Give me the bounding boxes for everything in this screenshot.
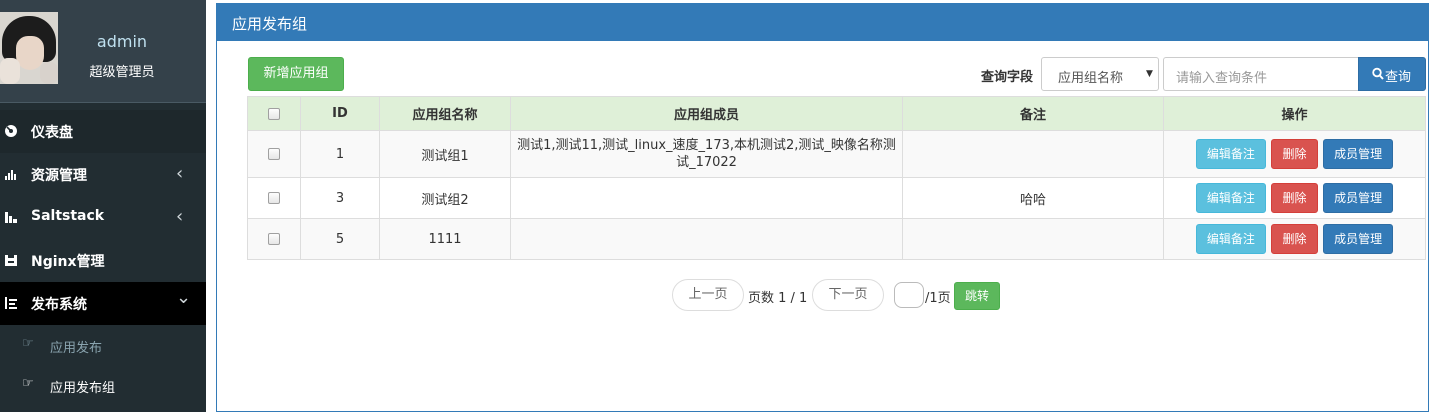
select-all-cell	[247, 96, 301, 131]
chevron-left-icon: ‹	[176, 163, 184, 184]
delete-button[interactable]: 删除	[1271, 224, 1318, 254]
manage-members-button[interactable]: 成员管理	[1323, 139, 1394, 169]
row-checkbox[interactable]	[268, 233, 280, 245]
sidebar-item-saltstack[interactable]: Saltstack ‹	[0, 196, 206, 239]
cell-members	[510, 177, 903, 219]
caret-down-icon: ▼	[1146, 69, 1153, 79]
jump-button[interactable]: 跳转	[954, 282, 1000, 310]
user-name: admin	[96, 32, 148, 51]
sidebar-subitem-label: 应用发布组	[50, 381, 116, 396]
saltstack-icon	[5, 212, 17, 223]
select-all-checkbox[interactable]	[268, 107, 280, 120]
cell-actions: 编辑备注 删除 成员管理	[1163, 177, 1426, 219]
column-header-members: 应用组成员	[510, 96, 903, 131]
manage-members-button[interactable]: 成员管理	[1323, 224, 1394, 254]
next-page-button[interactable]: 下一页	[812, 279, 884, 311]
total-pages-label: /1页	[925, 291, 951, 306]
prev-page-button[interactable]: 上一页	[672, 279, 744, 311]
column-header-note: 备注	[902, 96, 1164, 131]
cell-name: 1111	[379, 218, 511, 260]
cell-name: 测试组1	[379, 130, 511, 178]
column-header-actions: 操作	[1163, 96, 1426, 131]
nginx-icon	[5, 255, 17, 266]
avatar[interactable]	[0, 12, 58, 84]
dashboard-icon	[5, 125, 17, 137]
cell-id: 3	[300, 177, 380, 219]
table-row: 3 测试组2 哈哈 编辑备注 删除 成员管理	[247, 177, 1426, 219]
sidebar-item-publish[interactable]: 发布系统 ⌄	[0, 282, 206, 325]
cell-id: 1	[300, 130, 380, 178]
sidebar: admin 超级管理员 仪表盘 资源管理 ‹ Saltstack ‹ Nginx…	[0, 0, 206, 412]
search-input[interactable]: 请输入查询条件	[1163, 57, 1359, 91]
cell-name: 测试组2	[379, 177, 511, 219]
group-table: ID 应用组名称 应用组成员 备注 操作 1 测试组1 测试1,测试11,测试_…	[247, 96, 1426, 260]
query-field-value: 应用组名称	[1058, 71, 1124, 86]
search-button[interactable]: 查询	[1358, 57, 1426, 91]
sidebar-item-label: 资源管理	[31, 168, 87, 184]
column-header-name: 应用组名称	[379, 96, 511, 131]
delete-button[interactable]: 删除	[1271, 139, 1318, 169]
panel-header: 应用发布组	[217, 4, 1429, 41]
sidebar-item-label: Nginx管理	[31, 254, 105, 270]
table-header-row: ID 应用组名称 应用组成员 备注 操作	[247, 96, 1426, 131]
edit-note-button[interactable]: 编辑备注	[1195, 183, 1266, 213]
table-row: 5 1111 编辑备注 删除 成员管理	[247, 218, 1426, 260]
row-checkbox[interactable]	[268, 192, 280, 204]
sidebar-subitem-app-publish[interactable]: ☞ 应用发布	[0, 325, 206, 365]
column-header-id: ID	[300, 96, 380, 131]
sidebar-subitem-label: 应用发布	[50, 341, 103, 356]
cell-members: 测试1,测试11,测试_linux_速度_173,本机测试2,测试_映像名称测试…	[510, 130, 903, 178]
search-placeholder: 请输入查询条件	[1176, 71, 1268, 86]
sidebar-item-label: Saltstack	[31, 208, 105, 224]
sidebar-subitem-app-publish-group[interactable]: ☞ 应用发布组	[0, 365, 206, 405]
row-checkbox[interactable]	[268, 148, 280, 160]
hand-pointer-icon: ☞	[22, 336, 34, 351]
main-panel: 应用发布组 新增应用组 查询字段 应用组名称 ▼ 请输入查询条件 查询 ID 应…	[216, 3, 1429, 412]
user-role: 超级管理员	[89, 65, 155, 80]
page-title: 应用发布组	[232, 15, 308, 33]
table-row: 1 测试组1 测试1,测试11,测试_linux_速度_173,本机测试2,测试…	[247, 130, 1426, 178]
cell-note: 哈哈	[902, 177, 1164, 219]
add-group-button[interactable]: 新增应用组	[248, 57, 344, 91]
manage-members-button[interactable]: 成员管理	[1323, 183, 1394, 213]
cell-members	[510, 218, 903, 260]
cell-note	[902, 130, 1164, 178]
sidebar-item-nginx[interactable]: Nginx管理	[0, 239, 206, 282]
page-jump-input[interactable]	[894, 282, 924, 308]
cell-note	[902, 218, 1164, 260]
hand-pointer-icon: ☞	[22, 376, 34, 391]
edit-note-button[interactable]: 编辑备注	[1195, 139, 1266, 169]
sidebar-item-label: 仪表盘	[31, 125, 73, 141]
edit-note-button[interactable]: 编辑备注	[1195, 224, 1266, 254]
search-button-label: 查询	[1385, 70, 1412, 85]
query-field-label: 查询字段	[981, 70, 1034, 85]
cell-id: 5	[300, 218, 380, 260]
resource-icon	[5, 170, 16, 180]
sidebar-item-resource[interactable]: 资源管理 ‹	[0, 153, 206, 196]
publish-icon	[5, 297, 17, 309]
delete-button[interactable]: 删除	[1271, 183, 1318, 213]
sidebar-item-dashboard[interactable]: 仪表盘	[0, 110, 206, 153]
cell-actions: 编辑备注 删除 成员管理	[1163, 130, 1426, 178]
chevron-down-icon: ⌄	[176, 287, 192, 308]
chevron-left-icon: ‹	[176, 206, 184, 227]
user-panel: admin 超级管理员	[0, 0, 206, 103]
cell-actions: 编辑备注 删除 成员管理	[1163, 218, 1426, 260]
query-field-select[interactable]: 应用组名称 ▼	[1041, 57, 1159, 91]
sidebar-item-label: 发布系统	[31, 297, 87, 313]
page-info: 页数 1 / 1	[748, 291, 808, 306]
search-icon	[1372, 67, 1384, 80]
